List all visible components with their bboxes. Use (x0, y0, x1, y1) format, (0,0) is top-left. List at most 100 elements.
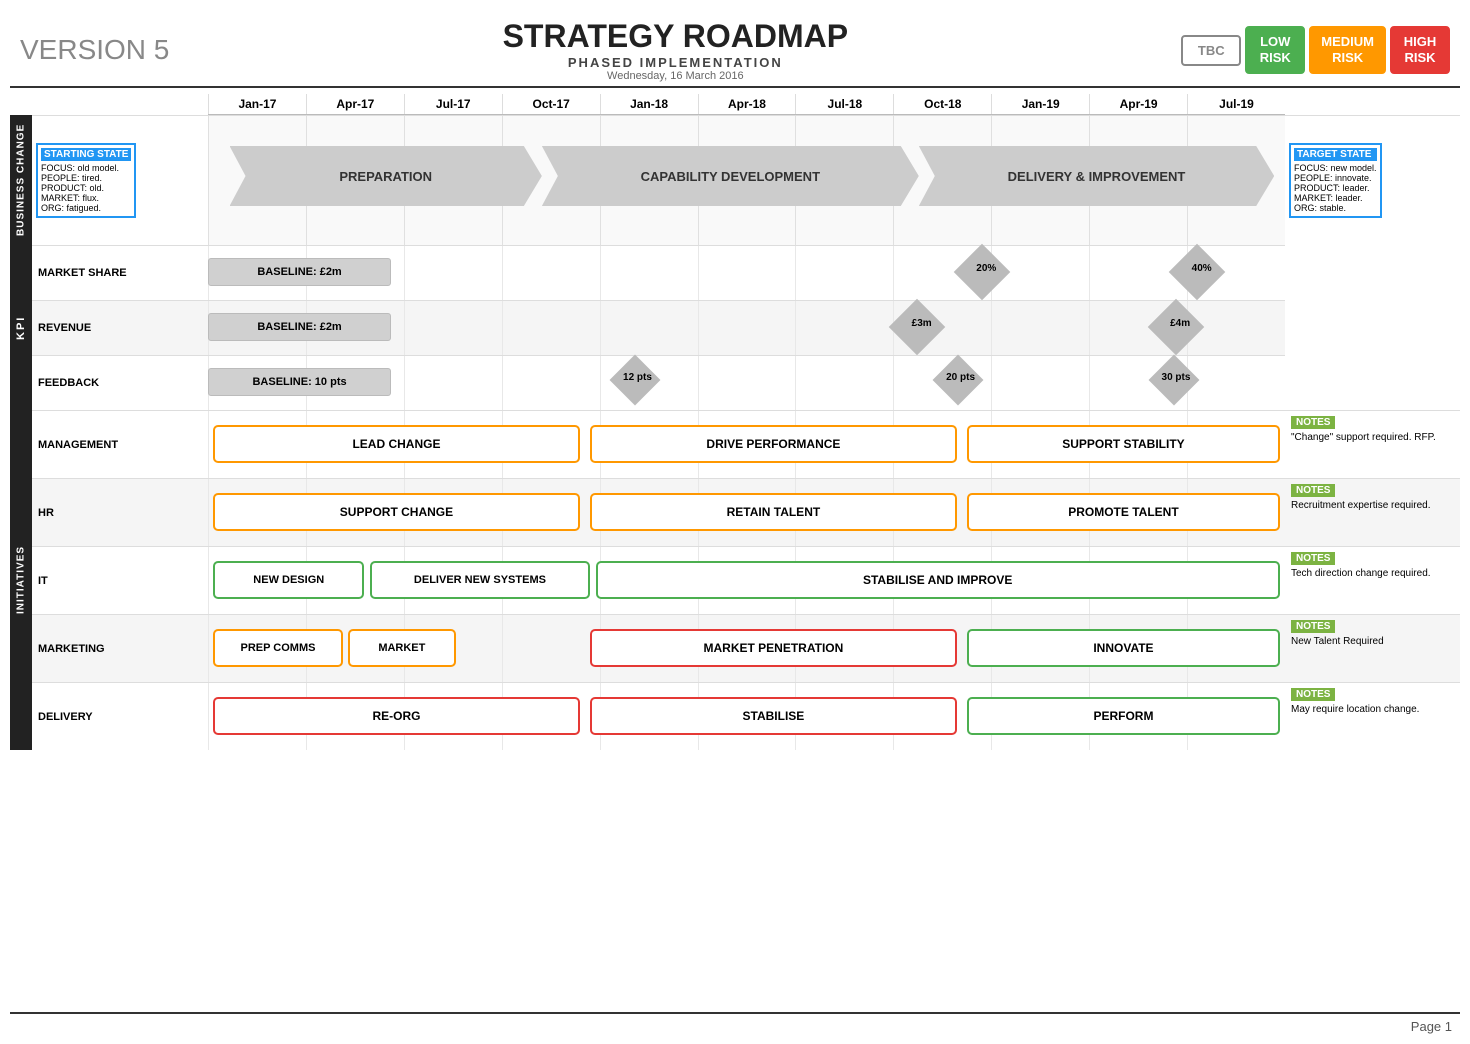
col-jan19: Jan-19 (991, 94, 1089, 114)
init-label-marketing: MARKETING (32, 614, 208, 682)
del-re-org: RE-ORG (213, 697, 579, 735)
col-oct17: Oct-17 (502, 94, 600, 114)
business-change-section: BUSINESS CHANGE STARTING STATE FOCUS: ol… (10, 115, 1460, 245)
risk-legend: TBC LOWRISK MEDIUMRISK HIGHRISK (1181, 26, 1450, 73)
page-number: Page 1 (1411, 1019, 1452, 1034)
delivery-arrow: DELIVERY & IMPROVEMENT (919, 146, 1274, 206)
starting-state-line4: MARKET: flux. (41, 193, 131, 203)
hr-support-change: SUPPORT CHANGE (213, 493, 579, 531)
starting-state-line1: FOCUS: old model. (41, 163, 131, 173)
init-label-management: MANAGEMENT (32, 410, 208, 478)
kpi-notes-empty (1285, 245, 1460, 410)
bottom-border (10, 1012, 1460, 1014)
target-state-line2: PEOPLE: innovate. (1294, 173, 1377, 183)
date-text: Wednesday, 16 March 2016 (503, 70, 849, 82)
main-body: BUSINESS CHANGE STARTING STATE FOCUS: ol… (10, 115, 1460, 750)
kpi-label-revenue: REVENUE (32, 300, 208, 355)
starting-state-line2: PEOPLE: tired. (41, 173, 131, 183)
init-label-hr: HR (32, 478, 208, 546)
kpi-row-labels: MARKET SHARE REVENUE FEEDBACK (32, 245, 208, 410)
target-state-box: TARGET STATE FOCUS: new model. PEOPLE: i… (1289, 143, 1382, 218)
market-share-label-20: 20% (967, 263, 1005, 274)
capability-arrow: CAPABILITY DEVELOPMENT (542, 146, 919, 206)
notes-it: NOTES Tech direction change required. (1285, 546, 1460, 614)
main-title: STRATEGY ROADMAP (503, 18, 849, 55)
col-jul19: Jul-19 (1187, 94, 1285, 114)
feedback-baseline: BASELINE: 10 pts (208, 368, 391, 396)
notes-management-text: "Change" support required. RFP. (1291, 432, 1454, 443)
notes-delivery-label: NOTES (1291, 688, 1335, 701)
it-stabilise-improve: STABILISE AND IMPROVE (596, 561, 1280, 599)
kpi-feedback-row: BASELINE: 10 pts 12 pts 20 pts 30 pts (208, 355, 1285, 410)
market-share-baseline: BASELINE: £2m (208, 258, 391, 286)
hr-promote-talent: PROMOTE TALENT (967, 493, 1279, 531)
mgmt-support-stability: SUPPORT STABILITY (967, 425, 1279, 463)
notes-column: NOTES "Change" support required. RFP. NO… (1285, 410, 1460, 750)
notes-marketing-label: NOTES (1291, 620, 1335, 633)
starting-state-container: STARTING STATE FOCUS: old model. PEOPLE:… (32, 115, 208, 245)
kpi-section: KPI MARKET SHARE REVENUE FEEDBACK BASELI… (10, 245, 1460, 410)
target-state-line5: ORG: stable. (1294, 203, 1377, 213)
notes-management-label: NOTES (1291, 416, 1335, 429)
risk-low-badge: LOWRISK (1245, 26, 1305, 73)
risk-medium-badge: MEDIUMRISK (1309, 26, 1386, 73)
notes-it-text: Tech direction change required. (1291, 568, 1454, 579)
mkt-prep-comms: PREP COMMS (213, 629, 342, 667)
business-change-content: PREPARATION CAPABILITY DEVELOPMENT DELIV… (208, 115, 1285, 245)
notes-delivery-text: May require location change. (1291, 704, 1454, 715)
starting-state-line3: PRODUCT: old. (41, 183, 131, 193)
it-row: NEW DESIGN DELIVER NEW SYSTEMS STABILISE… (208, 546, 1285, 614)
title-block: STRATEGY ROADMAP PHASED IMPLEMENTATION W… (503, 18, 849, 82)
col-apr18: Apr-18 (698, 94, 796, 114)
hr-row: SUPPORT CHANGE RETAIN TALENT PROMOTE TAL… (208, 478, 1285, 546)
version-label: VERSION 5 (20, 34, 169, 66)
revenue-baseline: BASELINE: £2m (208, 313, 391, 341)
target-state-line4: MARKET: leader. (1294, 193, 1377, 203)
it-new-design: NEW DESIGN (213, 561, 364, 599)
kpi-label-market-share: MARKET SHARE (32, 245, 208, 300)
init-label-delivery: DELIVERY (32, 682, 208, 750)
starting-state-box: STARTING STATE FOCUS: old model. PEOPLE:… (36, 143, 136, 218)
risk-tbc-badge: TBC (1181, 35, 1241, 66)
marketing-row: PREP COMMS MARKET MARKET PENETRATION INN… (208, 614, 1285, 682)
target-state-container: TARGET STATE FOCUS: new model. PEOPLE: i… (1285, 115, 1460, 245)
target-state-title: TARGET STATE (1294, 148, 1377, 161)
kpi-market-share-row: BASELINE: £2m 20% 40% (208, 245, 1285, 300)
page: VERSION 5 STRATEGY ROADMAP PHASED IMPLEM… (0, 0, 1470, 1044)
notes-delivery: NOTES May require location change. (1285, 682, 1460, 750)
kpi-tab: KPI (10, 245, 32, 410)
mkt-market: MARKET (348, 629, 456, 667)
starting-state-title: STARTING STATE (41, 148, 131, 161)
target-state-line3: PRODUCT: leader. (1294, 183, 1377, 193)
mkt-innovate: INNOVATE (967, 629, 1279, 667)
mkt-penetration: MARKET PENETRATION (590, 629, 956, 667)
notes-management: NOTES "Change" support required. RFP. (1285, 410, 1460, 478)
starting-state-line5: ORG: fatigued. (41, 203, 131, 213)
kpi-revenue-row: BASELINE: £2m £3m £4m (208, 300, 1285, 355)
initiatives-tab: INITIATIVES (10, 410, 32, 750)
notes-hr-text: Recruitment expertise required. (1291, 500, 1454, 511)
business-change-tab: BUSINESS CHANGE (10, 115, 32, 245)
subtitle: PHASED IMPLEMENTATION (503, 55, 849, 70)
notes-marketing-text: New Talent Required (1291, 636, 1454, 647)
initiatives-content: LEAD CHANGE DRIVE PERFORMANCE SUPPORT ST… (208, 410, 1285, 750)
notes-hr: NOTES Recruitment expertise required. (1285, 478, 1460, 546)
revenue-label-4m: £4m (1161, 318, 1199, 329)
header: VERSION 5 STRATEGY ROADMAP PHASED IMPLEM… (10, 10, 1460, 88)
notes-marketing: NOTES New Talent Required (1285, 614, 1460, 682)
init-label-it: IT (32, 546, 208, 614)
col-jan17: Jan-17 (208, 94, 306, 114)
kpi-content: BASELINE: £2m 20% 40% BASELINE: £2m (208, 245, 1285, 410)
notes-it-label: NOTES (1291, 552, 1335, 565)
feedback-label-12: 12 pts (620, 372, 654, 383)
market-share-label-40: 40% (1183, 263, 1221, 274)
feedback-label-30: 30 pts (1159, 372, 1193, 383)
mgmt-drive-perf: DRIVE PERFORMANCE (590, 425, 956, 463)
mgmt-lead-change: LEAD CHANGE (213, 425, 579, 463)
delivery-row: RE-ORG STABILISE PERFORM (208, 682, 1285, 750)
col-oct18: Oct-18 (893, 94, 991, 114)
col-jan18: Jan-18 (600, 94, 698, 114)
management-row: LEAD CHANGE DRIVE PERFORMANCE SUPPORT ST… (208, 410, 1285, 478)
notes-hr-label: NOTES (1291, 484, 1335, 497)
col-apr17: Apr-17 (306, 94, 404, 114)
